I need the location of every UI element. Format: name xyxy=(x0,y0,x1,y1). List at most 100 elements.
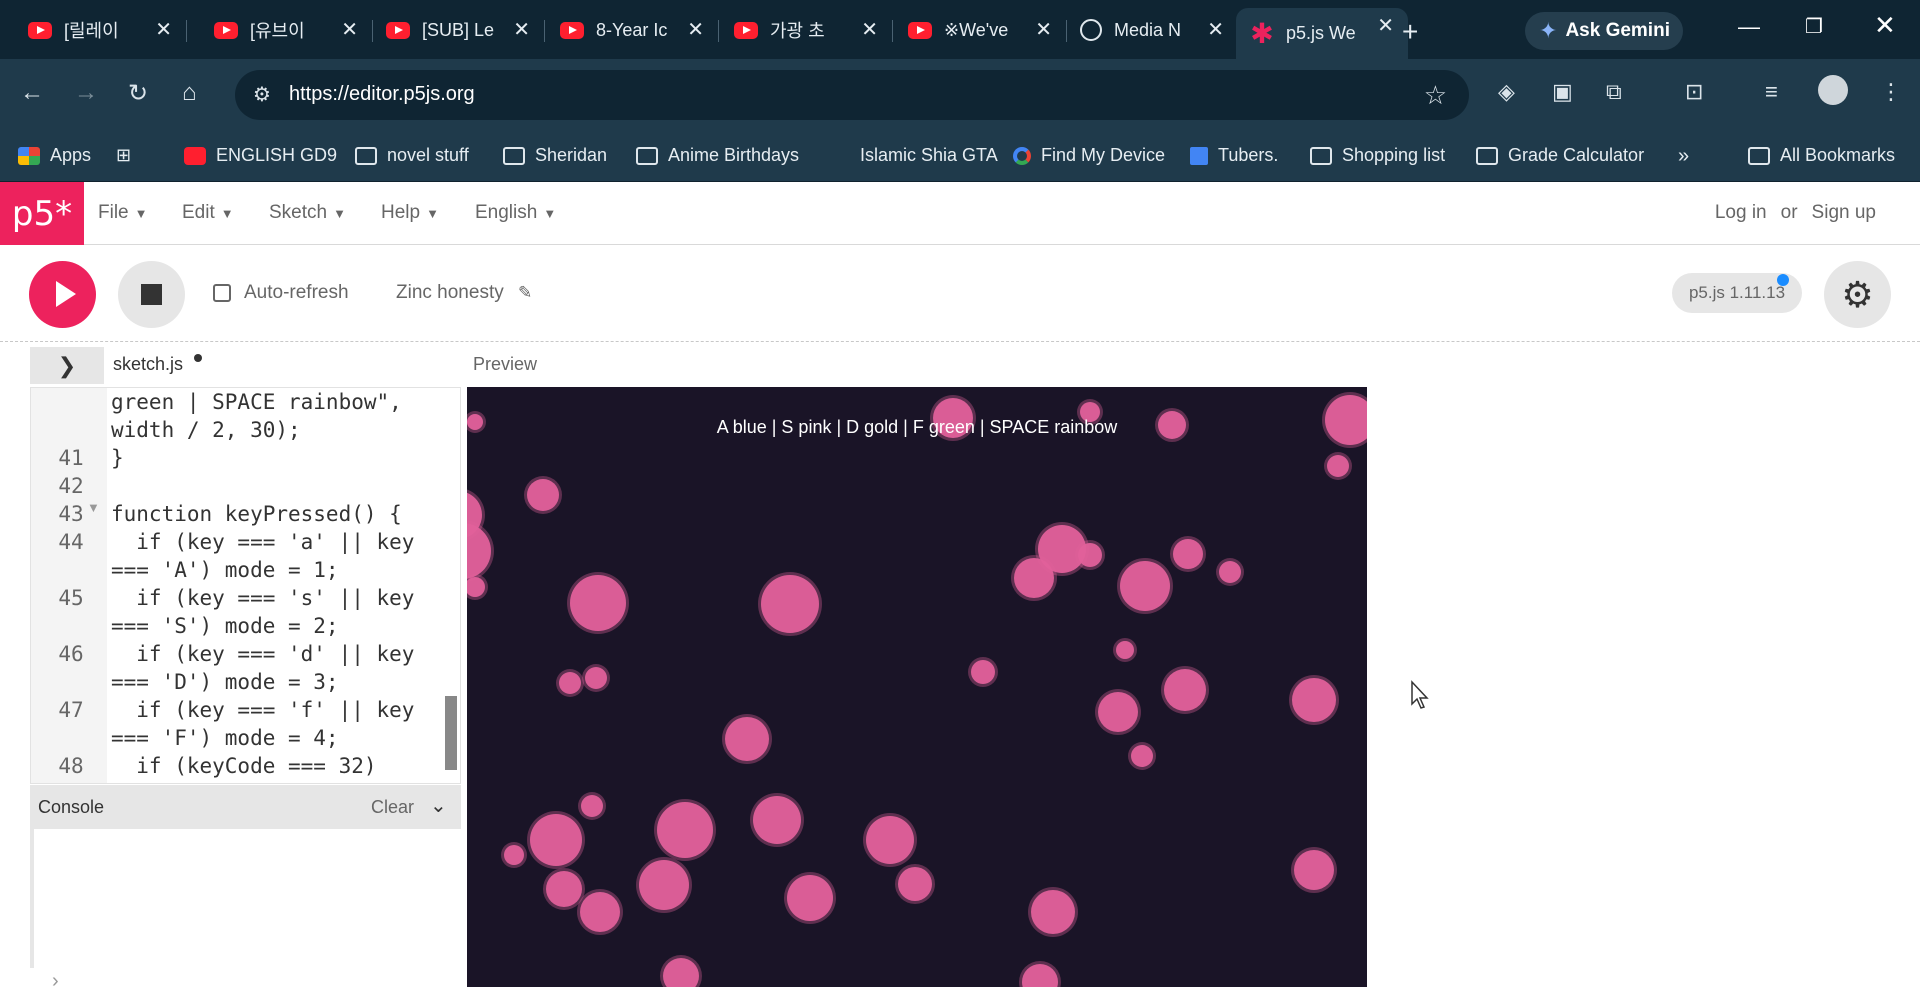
menu-kebab-icon[interactable]: ⋮ xyxy=(1880,79,1902,105)
tab-close-icon[interactable]: ✕ xyxy=(155,17,172,42)
fold-icon[interactable]: ▼ xyxy=(87,500,100,515)
browser-tab[interactable]: ✱ p5.js We ✕ xyxy=(1236,8,1408,59)
auto-refresh-checkbox[interactable] xyxy=(213,284,231,302)
browser-tab[interactable]: Media N ✕ xyxy=(1066,12,1238,48)
tab-title: Media N xyxy=(1114,19,1182,40)
browser-tab[interactable]: ※We've ✕ xyxy=(894,12,1066,48)
ask-gemini-button[interactable]: ✦ Ask Gemini xyxy=(1525,12,1683,50)
browser-tab[interactable]: [SUB] Le ✕ xyxy=(372,12,544,48)
line-number: 47 xyxy=(58,698,84,722)
browser-tab[interactable]: 가광 초 ✕ xyxy=(720,12,892,48)
menu-language[interactable]: English ▼ xyxy=(475,202,556,224)
google-icon xyxy=(1013,146,1031,165)
unsaved-dot xyxy=(194,354,202,362)
youtube-icon xyxy=(908,21,932,39)
browser-tab[interactable]: 8-Year Ic ✕ xyxy=(546,12,718,48)
folder-icon xyxy=(1310,146,1332,165)
code-line: === 'F') mode = 4; xyxy=(111,726,339,750)
profile-avatar[interactable] xyxy=(1818,75,1848,105)
editor-scrollbar[interactable] xyxy=(445,696,457,770)
menu-help[interactable]: Help ▼ xyxy=(381,202,439,224)
forward-icon[interactable]: → xyxy=(74,79,98,107)
bookmark-star-icon[interactable]: ☆ xyxy=(1424,80,1447,111)
browser-toolbar: ← → ↻ ⌂ ⚙ https://editor.p5js.org ☆ ◈ ▣ … xyxy=(0,59,1920,131)
expand-sidebar-button[interactable]: ❯ xyxy=(30,347,104,384)
code-line: if (key === 'd' || key xyxy=(111,642,415,666)
tab-close-icon[interactable]: ✕ xyxy=(341,17,358,42)
settings-gear-icon[interactable]: ⚙ xyxy=(1824,261,1891,328)
menu-file[interactable]: File ▼ xyxy=(98,202,148,224)
menu-edit[interactable]: Edit ▼ xyxy=(182,202,234,224)
preview-canvas[interactable]: A blue | S pink | D gold | F green | SPA… xyxy=(467,387,1367,987)
line-number: 46 xyxy=(58,642,84,666)
restore-icon[interactable]: ❐ xyxy=(1805,14,1823,39)
tab-title: p5.js We xyxy=(1286,23,1356,43)
menu-sketch[interactable]: Sketch ▼ xyxy=(269,202,346,224)
bookmark-sheridan[interactable]: Sheridan xyxy=(503,145,607,166)
bookmark-novel-stuff[interactable]: novel stuff xyxy=(355,145,469,166)
extensions-puzzle-icon[interactable]: ⧉ xyxy=(1606,79,1622,105)
code-line: === 'S') mode = 2; xyxy=(111,614,339,638)
tab-separator xyxy=(892,20,893,42)
ask-gemini-label: Ask Gemini xyxy=(1565,20,1670,41)
home-icon[interactable]: ⌂ xyxy=(182,79,197,107)
all-bookmarks[interactable]: All Bookmarks xyxy=(1748,145,1895,166)
tab-close-icon[interactable]: ✕ xyxy=(861,17,878,42)
p5-logo[interactable]: p5* xyxy=(0,182,84,245)
tab-close-icon[interactable]: ✕ xyxy=(687,17,704,42)
chevron-down-icon[interactable]: ⌄ xyxy=(430,793,447,818)
browser-tab[interactable]: [유브이 ✕ xyxy=(200,12,372,48)
stop-button[interactable] xyxy=(118,261,185,328)
bookmark-english-gd9[interactable]: ENGLISH GD9 xyxy=(184,145,337,166)
bookmark-anime-birthdays[interactable]: Anime Birthdays xyxy=(636,145,799,166)
bookmark-tubers[interactable]: Tubers. xyxy=(1190,145,1278,166)
bubble xyxy=(1098,692,1138,732)
tab-close-icon[interactable]: ✕ xyxy=(1035,17,1052,42)
bookmark-islamic-shia-gta[interactable]: Islamic Shia GTA xyxy=(828,145,998,166)
bookmark-grade-calculator[interactable]: Grade Calculator xyxy=(1476,145,1644,166)
tab-separator xyxy=(186,20,187,42)
new-tab-button[interactable]: + xyxy=(1402,16,1418,48)
line-number: 48 xyxy=(58,754,84,778)
console-prompt[interactable]: › xyxy=(52,970,59,993)
code-editor[interactable]: 41 42 43 44 45 46 47 48 green | SPACE rainbow",… xyxy=(30,387,461,784)
extension-sb-icon[interactable]: ▣ xyxy=(1552,79,1573,105)
play-button[interactable] xyxy=(29,261,96,328)
bubble xyxy=(504,845,524,865)
sketch-name[interactable]: Zinc honesty xyxy=(396,282,504,304)
version-dot xyxy=(1777,274,1789,286)
line-number: 42 xyxy=(58,474,84,498)
apps-grid-icon xyxy=(18,146,40,165)
site-settings-icon[interactable]: ⚙ xyxy=(253,82,271,107)
youtube-icon xyxy=(560,21,584,39)
bookmark-shopping-list[interactable]: Shopping list xyxy=(1310,145,1445,166)
pencil-icon[interactable]: ✎ xyxy=(518,283,532,303)
reload-icon[interactable]: ↻ xyxy=(128,79,148,108)
youtube-icon xyxy=(184,146,206,165)
bookmark-apps[interactable]: Apps xyxy=(18,145,91,166)
tab-groups-icon[interactable]: ⊞ xyxy=(116,145,131,166)
login-link[interactable]: Log in xyxy=(1715,202,1767,223)
tab-close-icon[interactable]: ✕ xyxy=(1207,17,1224,42)
bubble xyxy=(866,816,914,864)
browser-tab[interactable]: [릴레이 ✕ xyxy=(14,12,186,48)
bubble xyxy=(581,795,603,817)
back-icon[interactable]: ← xyxy=(20,79,44,107)
code-line: if (key === 'f' || key xyxy=(111,698,415,722)
tab-search-icon[interactable]: ⊡ xyxy=(1685,79,1703,105)
signup-link[interactable]: Sign up xyxy=(1812,202,1876,223)
tab-close-icon[interactable]: ✕ xyxy=(513,17,530,42)
extension-icon[interactable]: ◈ xyxy=(1498,79,1515,105)
folder-icon xyxy=(355,146,377,165)
clear-console-button[interactable]: Clear xyxy=(371,797,414,818)
bookmark-find-my-device[interactable]: Find My Device xyxy=(1013,145,1165,166)
address-bar[interactable]: ⚙ https://editor.p5js.org ☆ xyxy=(235,70,1469,120)
bookmarks-overflow-button[interactable]: » xyxy=(1678,145,1689,168)
media-control-icon[interactable]: ≡ xyxy=(1765,79,1778,105)
mouse-cursor-icon xyxy=(1411,680,1429,709)
close-window-icon[interactable]: ✕ xyxy=(1874,10,1896,41)
tab-title: [SUB] Le xyxy=(422,19,495,40)
minimize-icon[interactable]: — xyxy=(1738,14,1760,40)
file-tab[interactable]: sketch.js xyxy=(113,354,183,375)
tab-close-icon[interactable]: ✕ xyxy=(1377,13,1394,38)
